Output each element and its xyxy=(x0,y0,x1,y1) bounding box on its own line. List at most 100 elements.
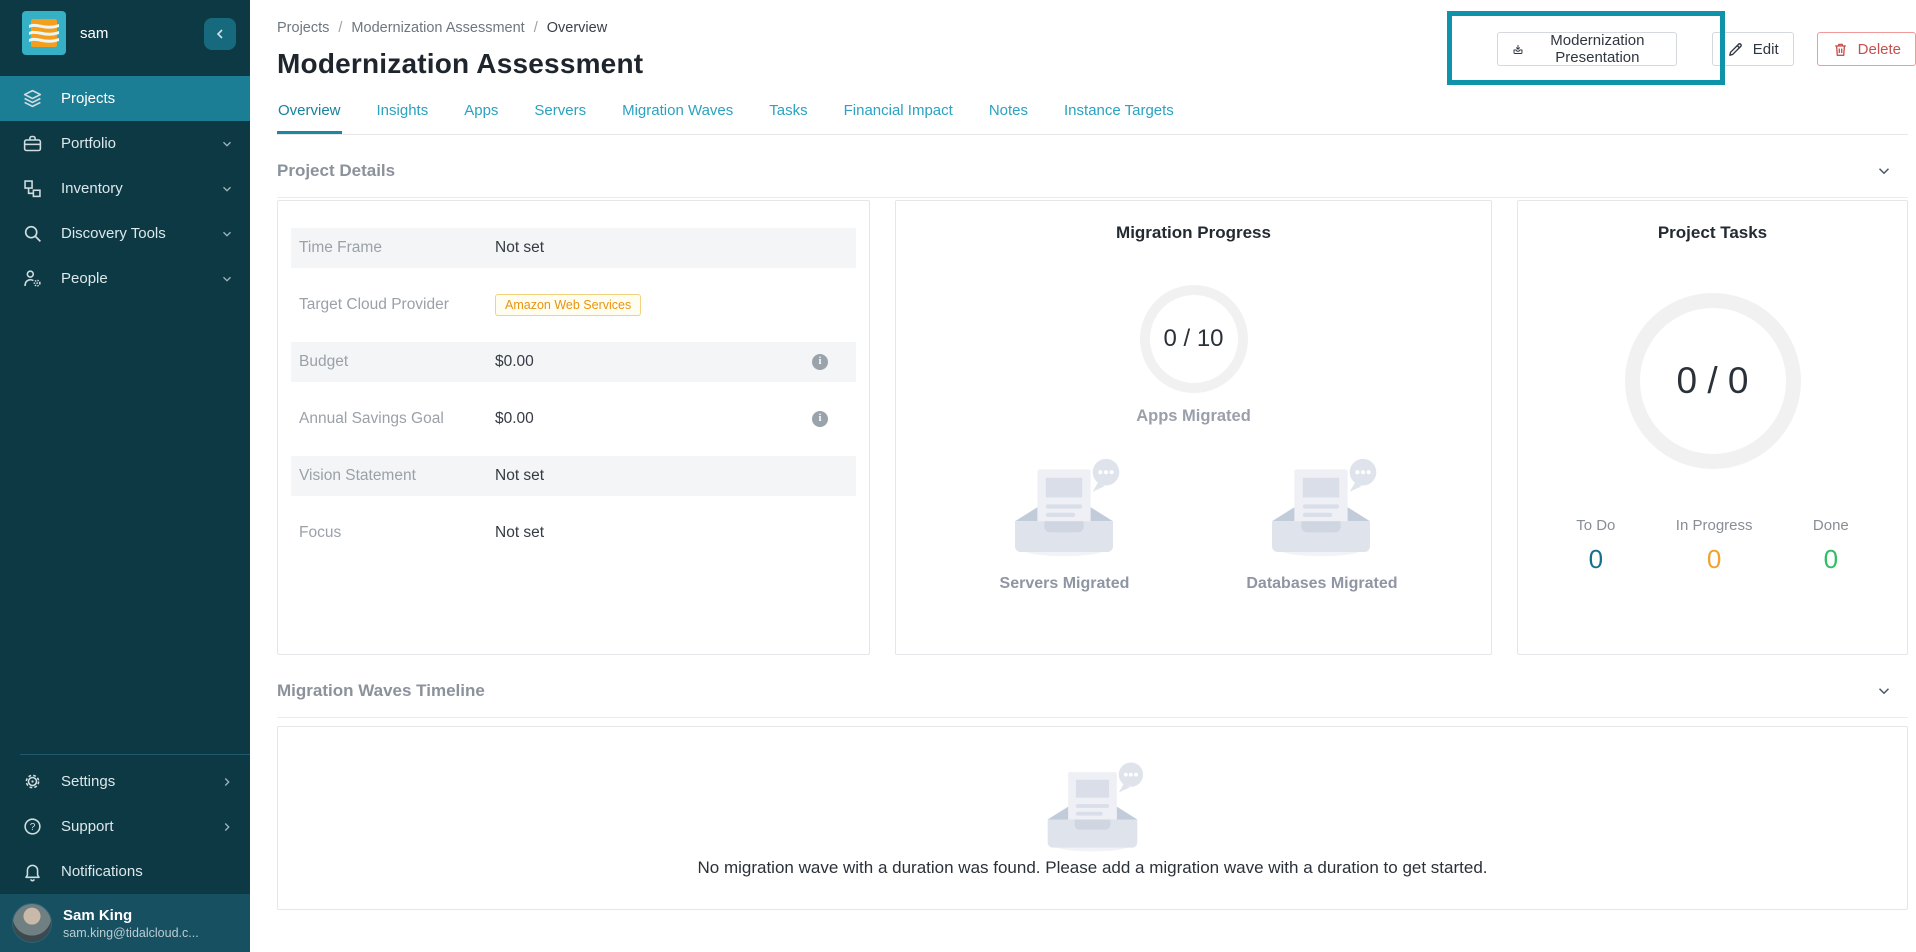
databases-migrated-empty: Databases Migrated xyxy=(1246,454,1397,593)
tidal-logo[interactable] xyxy=(22,11,66,55)
breadcrumb: Projects / Modernization Assessment / Ov… xyxy=(277,0,1908,36)
empty-state-label: Servers Migrated xyxy=(989,575,1139,593)
sidebar-item-label: Settings xyxy=(61,773,220,790)
sidebar-item-inventory[interactable]: Inventory xyxy=(0,166,250,211)
sidebar-item-label: Notifications xyxy=(61,863,234,880)
migration-progress-card: Migration Progress 0 / 10 Apps Migrated xyxy=(895,200,1492,655)
detail-value: Not set xyxy=(495,239,544,257)
card-title: Migration Progress xyxy=(896,223,1491,243)
stat-label: Done xyxy=(1813,517,1849,534)
detail-row-focus: Focus Not set xyxy=(291,513,856,553)
empty-inbox-icon xyxy=(1246,454,1396,559)
tab-tasks[interactable]: Tasks xyxy=(768,102,808,134)
chevron-down-icon xyxy=(220,182,234,196)
tab-overview[interactable]: Overview xyxy=(277,102,342,134)
project-tasks-card: Project Tasks 0 / 0 To Do 0 In Progress … xyxy=(1517,200,1908,655)
profile-email: sam.king@tidalcloud.c... xyxy=(63,926,199,940)
bell-icon xyxy=(22,861,43,882)
detail-label: Focus xyxy=(299,524,495,542)
detail-value: Not set xyxy=(495,467,544,485)
breadcrumb-current: Overview xyxy=(547,20,607,36)
gear-icon xyxy=(22,771,43,792)
user-profile[interactable]: Sam King sam.king@tidalcloud.c... xyxy=(0,894,250,952)
sidebar-item-label: Discovery Tools xyxy=(61,225,220,242)
sidebar-collapse-button[interactable] xyxy=(204,18,236,50)
stat-in-progress: In Progress 0 xyxy=(1676,517,1753,575)
tasks-donut: 0 / 0 xyxy=(1625,293,1801,469)
tidal-logo-icon xyxy=(27,16,61,50)
sidebar: sam Projects Portfolio Inventory xyxy=(0,0,250,952)
chevron-down-icon[interactable] xyxy=(1875,162,1893,180)
chevron-down-icon xyxy=(220,227,234,241)
detail-value: $0.00 xyxy=(495,353,534,371)
org-name: sam xyxy=(80,25,108,42)
tab-bar: Overview Insights Apps Servers Migration… xyxy=(277,102,1908,135)
chevron-right-icon xyxy=(220,775,234,789)
stat-value: 0 xyxy=(1676,544,1753,575)
avatar xyxy=(12,903,52,943)
sidebar-item-discovery-tools[interactable]: Discovery Tools xyxy=(0,211,250,256)
search-icon xyxy=(22,223,43,244)
question-circle-icon: ? xyxy=(22,816,43,837)
section-title: Migration Waves Timeline xyxy=(277,681,485,701)
tab-apps[interactable]: Apps xyxy=(463,102,499,134)
sidebar-item-support[interactable]: ? Support xyxy=(0,804,250,849)
sidebar-item-settings[interactable]: Settings xyxy=(0,759,250,804)
sidebar-item-label: People xyxy=(61,270,220,287)
sidebar-spacer xyxy=(0,301,250,754)
migration-waves-timeline-section-header: Migration Waves Timeline xyxy=(277,681,1908,718)
stat-label: In Progress xyxy=(1676,517,1753,534)
detail-row-time-frame: Time Frame Not set xyxy=(291,228,856,268)
stat-to-do: To Do 0 xyxy=(1576,517,1615,575)
breadcrumb-projects[interactable]: Projects xyxy=(277,20,329,36)
hierarchy-icon xyxy=(22,178,43,199)
header-actions: Modernization Presentation Edit Delete xyxy=(1497,32,1916,66)
edit-label: Edit xyxy=(1753,41,1779,58)
task-stats: To Do 0 In Progress 0 Done 0 xyxy=(1518,517,1907,575)
export-presentation-icon xyxy=(1512,41,1524,58)
delete-label: Delete xyxy=(1858,41,1901,58)
migration-empty-states: Servers Migrated xyxy=(896,454,1491,593)
info-icon[interactable]: i xyxy=(812,354,828,370)
tab-instance-targets[interactable]: Instance Targets xyxy=(1063,102,1175,134)
migration-waves-timeline-card: No migration wave with a duration was fo… xyxy=(277,726,1908,910)
chevron-right-icon xyxy=(220,820,234,834)
tab-notes[interactable]: Notes xyxy=(988,102,1029,134)
donut-value: 0 / 0 xyxy=(1677,360,1749,402)
sidebar-item-notifications[interactable]: Notifications xyxy=(0,849,250,894)
breadcrumb-project-name[interactable]: Modernization Assessment xyxy=(351,20,524,36)
overview-cards-row: Time Frame Not set Target Cloud Provider… xyxy=(277,200,1908,655)
profile-meta: Sam King sam.king@tidalcloud.c... xyxy=(63,907,199,940)
project-details-card: Time Frame Not set Target Cloud Provider… xyxy=(277,200,870,655)
sidebar-divider xyxy=(20,754,250,755)
apps-migrated-donut: 0 / 10 xyxy=(1140,285,1248,393)
tab-financial-impact[interactable]: Financial Impact xyxy=(843,102,954,134)
sidebar-nav: Projects Portfolio Inventory Discover xyxy=(0,76,250,301)
modernization-presentation-label: Modernization Presentation xyxy=(1533,32,1662,66)
detail-label: Annual Savings Goal xyxy=(299,410,495,428)
detail-label: Vision Statement xyxy=(299,467,495,485)
tab-migration-waves[interactable]: Migration Waves xyxy=(621,102,734,134)
servers-migrated-empty: Servers Migrated xyxy=(989,454,1139,593)
tab-insights[interactable]: Insights xyxy=(376,102,430,134)
donut-value: 0 / 10 xyxy=(1163,325,1223,353)
chevron-down-icon xyxy=(220,137,234,151)
trash-icon xyxy=(1832,41,1849,58)
detail-row-vision-statement: Vision Statement Not set xyxy=(291,456,856,496)
detail-row-annual-savings-goal: Annual Savings Goal $0.00 i xyxy=(291,399,856,439)
stat-done: Done 0 xyxy=(1813,517,1849,575)
sidebar-item-portfolio[interactable]: Portfolio xyxy=(0,121,250,166)
delete-button[interactable]: Delete xyxy=(1817,32,1916,66)
sidebar-item-people[interactable]: People xyxy=(0,256,250,301)
aws-badge[interactable]: Amazon Web Services xyxy=(495,294,641,316)
timeline-empty-message: No migration wave with a duration was fo… xyxy=(698,858,1488,878)
tab-servers[interactable]: Servers xyxy=(533,102,587,134)
sidebar-item-projects[interactable]: Projects xyxy=(0,76,250,121)
chevron-down-icon[interactable] xyxy=(1875,682,1893,700)
sidebar-item-label: Portfolio xyxy=(61,135,220,152)
modernization-presentation-button[interactable]: Modernization Presentation xyxy=(1497,32,1677,66)
detail-label: Target Cloud Provider xyxy=(299,296,495,314)
info-icon[interactable]: i xyxy=(812,411,828,427)
detail-row-budget: Budget $0.00 i xyxy=(291,342,856,382)
edit-button[interactable]: Edit xyxy=(1712,32,1794,66)
